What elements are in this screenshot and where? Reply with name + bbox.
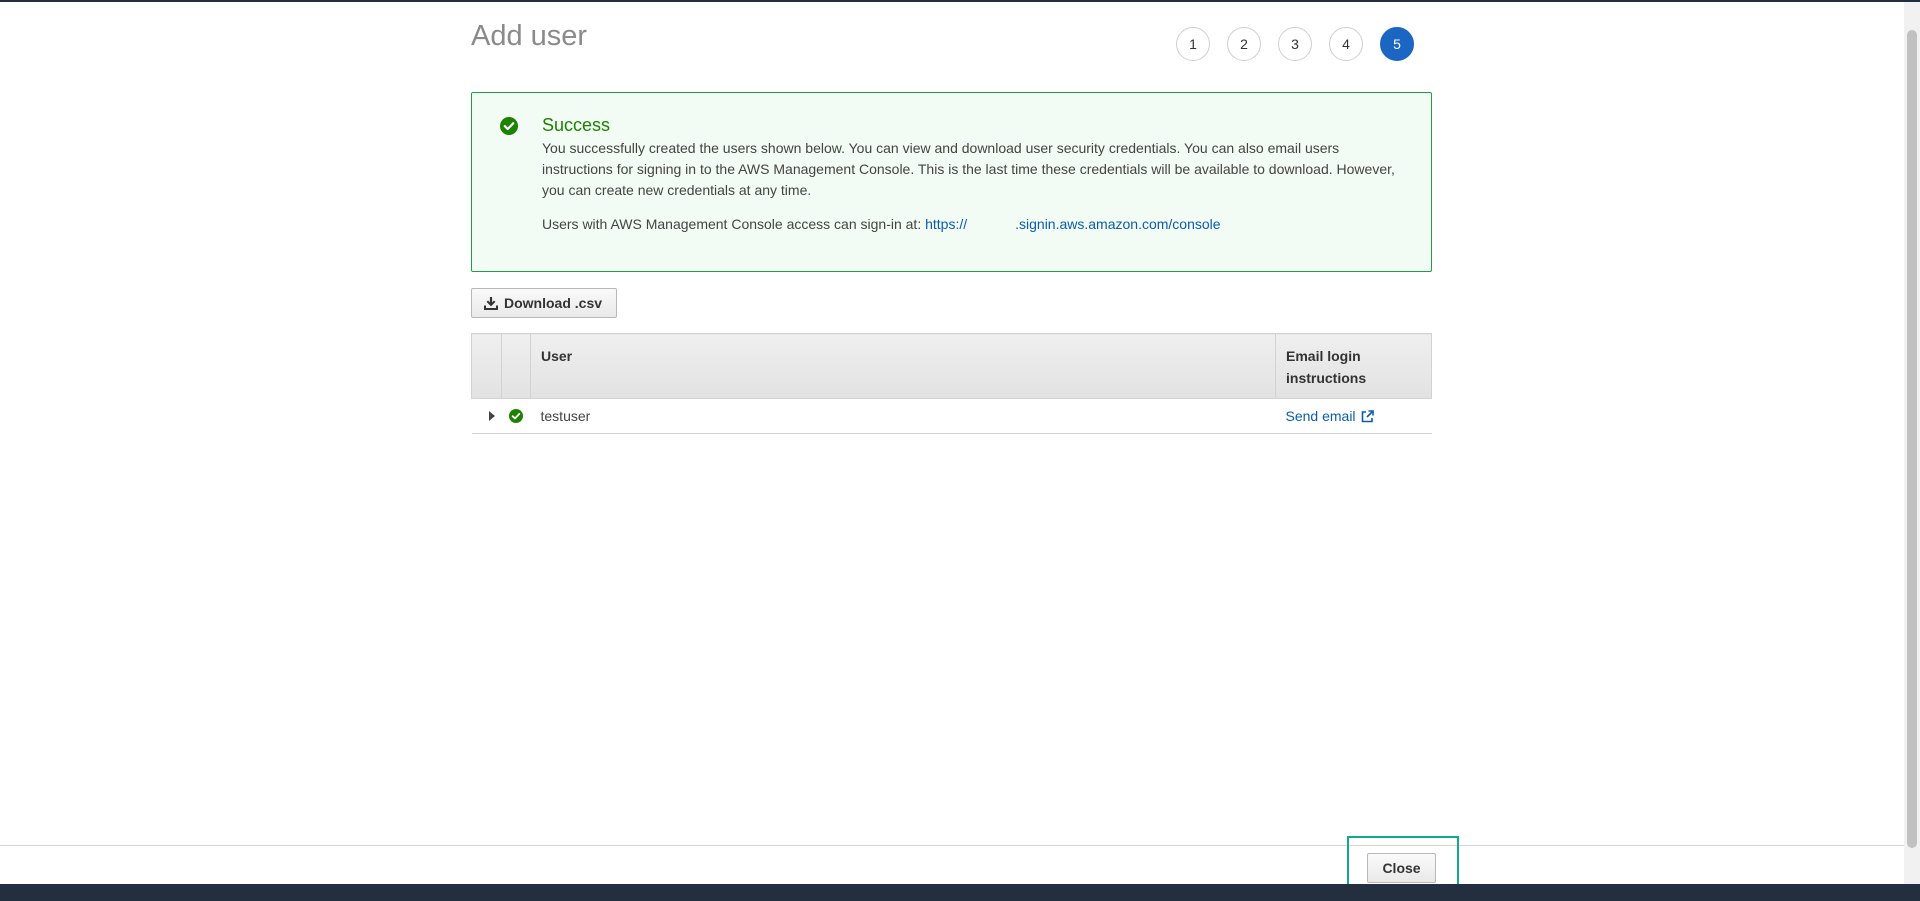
- send-email-label: Send email: [1285, 408, 1356, 424]
- step-5[interactable]: 5: [1380, 27, 1414, 61]
- download-icon: [484, 297, 498, 310]
- console-footer-bar: [0, 884, 1920, 901]
- close-button[interactable]: Close: [1367, 853, 1436, 883]
- step-1[interactable]: 1: [1176, 27, 1210, 61]
- caret-right-icon[interactable]: [488, 411, 496, 421]
- expand-column-header: [471, 333, 502, 399]
- signin-prefix: Users with AWS Management Console access…: [542, 216, 922, 232]
- footer-divider: [0, 845, 1904, 846]
- external-link-icon: [1361, 409, 1374, 422]
- success-alert: Success You successfully created the use…: [471, 92, 1432, 272]
- top-border: [0, 0, 1920, 2]
- step-3[interactable]: 3: [1278, 27, 1312, 61]
- send-email-link[interactable]: Send email: [1286, 408, 1374, 424]
- email-column-header[interactable]: Email login instructions: [1275, 333, 1432, 399]
- signin-link-end: .signin.aws.amazon.com/console: [1015, 216, 1221, 232]
- status-column-header: [501, 333, 531, 399]
- step-2[interactable]: 2: [1227, 27, 1261, 61]
- scrollbar-thumb[interactable]: [1907, 30, 1917, 848]
- page-title: Add user: [471, 20, 588, 52]
- signin-link-start: https://: [925, 216, 968, 232]
- user-cell: testuser: [530, 398, 1276, 434]
- check-circle-icon: [508, 409, 523, 423]
- success-message: You successfully created the users shown…: [542, 140, 1395, 198]
- download-csv-button[interactable]: Download .csv: [471, 288, 618, 318]
- success-title: Success: [542, 115, 611, 135]
- step-4[interactable]: 4: [1329, 27, 1363, 61]
- download-label: Download .csv: [504, 295, 603, 311]
- user-column-header[interactable]: User: [530, 333, 1276, 399]
- signin-info: Users with AWS Management Console access…: [542, 216, 1221, 232]
- wizard-steps: 1 2 3 4 5: [1176, 27, 1414, 61]
- users-table: User Email login instructions testuser S…: [471, 333, 1432, 434]
- table-row: testuser Send email: [471, 398, 1432, 434]
- signin-url-link[interactable]: https:// .signin.aws.amazon.com/console: [925, 216, 1220, 232]
- check-circle-icon: [500, 117, 518, 135]
